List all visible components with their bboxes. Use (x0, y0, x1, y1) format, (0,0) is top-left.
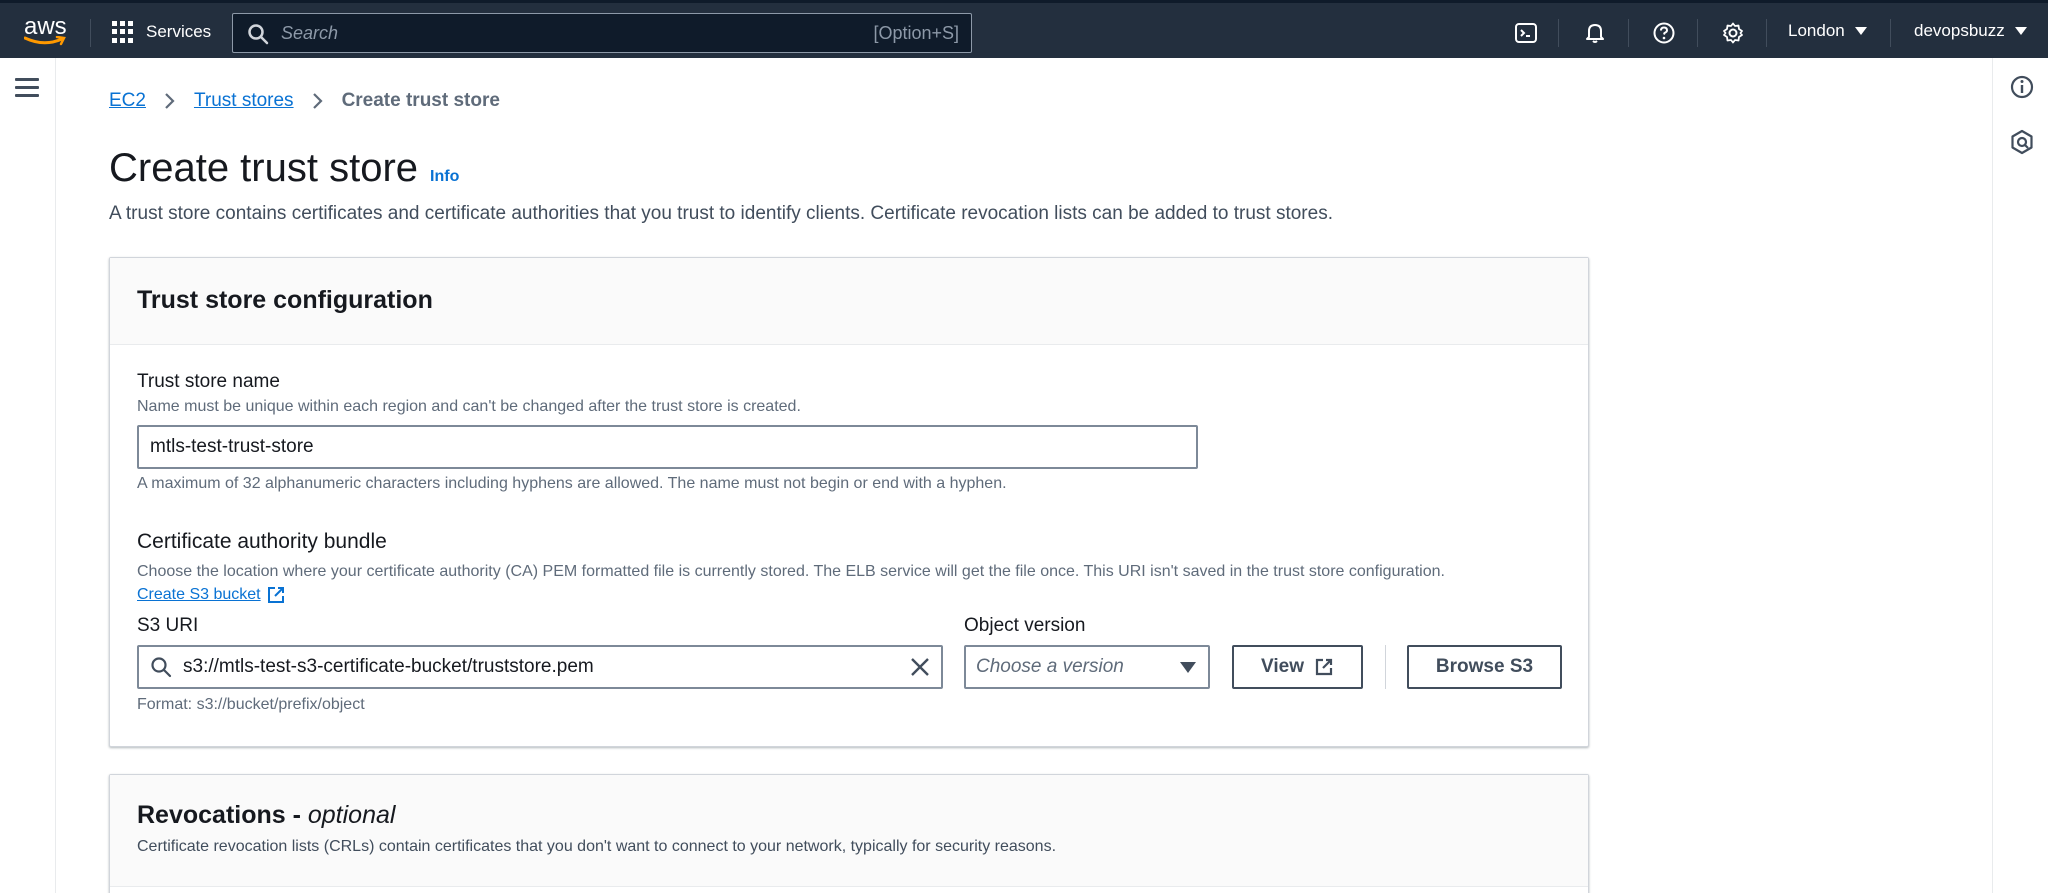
trust-store-name-description: Name must be unique within each region a… (137, 398, 801, 415)
panel-title: Trust store configuration (137, 286, 433, 314)
left-navigation-rail (0, 58, 56, 893)
nav-divider (1558, 19, 1559, 47)
object-version-placeholder: Choose a version (976, 656, 1124, 677)
trust-store-name-label: Trust store name (137, 371, 280, 392)
search-icon (151, 657, 172, 678)
nav-divider (1628, 19, 1629, 47)
revocations-title-main: Revocations - (137, 801, 308, 829)
info-link[interactable]: Info (430, 168, 459, 186)
breadcrumb-trust-stores[interactable]: Trust stores (194, 90, 294, 112)
chevron-right-icon (164, 92, 176, 110)
nav-divider (90, 19, 91, 47)
s3-uri-format-hint: Format: s3://bucket/prefix/object (137, 696, 365, 713)
object-version-label: Object version (964, 615, 1086, 636)
browse-s3-button[interactable]: Browse S3 (1407, 645, 1562, 689)
external-link-icon (267, 587, 284, 603)
view-button[interactable]: View (1232, 645, 1363, 689)
help-icon[interactable] (1650, 19, 1678, 47)
view-button-label: View (1261, 656, 1304, 677)
object-version-select[interactable]: Choose a version (964, 645, 1210, 689)
browse-s3-label: Browse S3 (1435, 656, 1534, 677)
clear-icon[interactable] (909, 656, 931, 678)
trust-store-config-panel: Trust store configuration Trust store na… (109, 257, 1589, 747)
nav-divider (1766, 19, 1767, 47)
nav-divider (1697, 19, 1698, 47)
amazon-q-icon[interactable] (2009, 129, 2035, 155)
region-label: London (1788, 21, 1845, 40)
external-link-icon (1315, 658, 1333, 676)
s3-uri-value: s3://mtls-test-s3-certificate-bucket/tru… (183, 656, 594, 677)
nav-divider (1890, 19, 1891, 47)
breadcrumb-ec2[interactable]: EC2 (109, 90, 146, 112)
trust-store-name-value: mtls-test-trust-store (150, 436, 314, 457)
top-navigation-bar: aws Services Search [Option+S] London de… (0, 0, 2048, 58)
info-circle-icon[interactable] (2009, 74, 2035, 100)
aws-smile-icon (24, 36, 66, 46)
right-tools-rail (1992, 58, 2048, 893)
ca-bundle-description: Choose the location where your certifica… (137, 563, 1445, 580)
breadcrumb: EC2 Trust stores Create trust store (109, 90, 500, 112)
page-title-row: Create trust store Info (109, 146, 459, 191)
caret-down-icon (1180, 662, 1196, 673)
revocations-panel: Revocations - optional Certificate revoc… (109, 774, 1589, 893)
services-menu-button[interactable]: Services (112, 17, 211, 47)
search-icon (248, 24, 269, 45)
trust-store-name-constraint: A maximum of 32 alphanumeric characters … (137, 475, 1007, 492)
chevron-right-icon (312, 92, 324, 110)
panel-header: Revocations - optional Certificate revoc… (110, 775, 1588, 887)
page-description: A trust store contains certificates and … (109, 203, 1333, 224)
revocations-title-optional: optional (307, 801, 396, 829)
services-label: Services (146, 22, 212, 41)
create-s3-bucket-label: Create S3 bucket (137, 586, 261, 603)
trust-store-name-input[interactable]: mtls-test-trust-store (137, 425, 1198, 469)
region-selector[interactable]: London (1788, 21, 1867, 41)
revocations-title: Revocations - optional (137, 801, 1561, 830)
caret-down-icon (2014, 27, 2027, 35)
global-search-input[interactable]: Search [Option+S] (232, 13, 972, 53)
menu-icon[interactable] (15, 78, 39, 98)
search-shortcut-hint: [Option+S] (873, 23, 959, 43)
page-title: Create trust store (109, 146, 419, 190)
caret-down-icon (1854, 27, 1867, 35)
main-content: EC2 Trust stores Create trust store Crea… (57, 58, 1992, 893)
settings-icon[interactable] (1719, 19, 1747, 47)
services-grid-icon (112, 21, 134, 43)
s3-uri-input[interactable]: s3://mtls-test-s3-certificate-bucket/tru… (137, 645, 943, 689)
panel-header: Trust store configuration (110, 258, 1588, 345)
account-menu[interactable]: devopsbuzz (1914, 21, 2027, 41)
account-label: devopsbuzz (1914, 21, 2005, 40)
breadcrumb-current: Create trust store (341, 90, 500, 111)
search-placeholder: Search (281, 23, 339, 43)
cloudshell-icon[interactable] (1512, 19, 1540, 47)
divider (1385, 645, 1386, 689)
aws-logo[interactable]: aws (22, 13, 70, 49)
bell-icon[interactable] (1581, 19, 1609, 47)
revocations-description: Certificate revocation lists (CRLs) cont… (137, 838, 1057, 855)
s3-uri-label: S3 URI (137, 615, 199, 636)
ca-bundle-label: Certificate authority bundle (137, 530, 387, 553)
create-s3-bucket-link[interactable]: Create S3 bucket (137, 585, 286, 605)
